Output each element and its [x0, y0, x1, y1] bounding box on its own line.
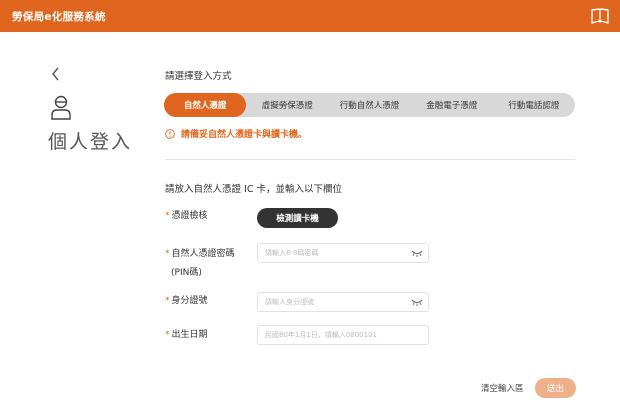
cert-check-label: * 憑證檢核	[165, 211, 208, 221]
notice: 請備妥自然人憑證卡與讀卡機。	[165, 127, 307, 140]
required-mark: *	[165, 211, 170, 221]
page-title: 個人登入	[48, 131, 133, 153]
tab-mobile-phone-verification[interactable]: 行動電話認證	[493, 93, 575, 117]
form-instruction: 請放入自然人憑證 IC 卡，並輸入以下欄位	[165, 184, 342, 195]
login-method-label: 請選擇登入方式	[165, 71, 232, 82]
app-title: 勞保局e化服務系統	[12, 11, 106, 23]
user-icon	[51, 95, 71, 120]
notice-text: 請備妥自然人憑證卡與讀卡機。	[181, 130, 308, 140]
submit-button[interactable]: 送出	[535, 378, 576, 398]
top-bar: 勞保局e化服務系統	[0, 0, 620, 32]
id-number-placeholder: 請輸入身分證號	[265, 298, 314, 306]
required-mark: *	[165, 249, 170, 259]
back-chevron-icon[interactable]	[50, 67, 62, 81]
birth-date-placeholder: 民國80年1月1日，請輸入0800101	[265, 331, 377, 339]
id-number-label: * 身分證號	[165, 296, 208, 306]
tab-citizen-certificate[interactable]: 自然人憑證	[164, 93, 247, 117]
book-icon[interactable]	[590, 6, 610, 26]
pin-label: * 自然人憑證密碼	[165, 249, 235, 259]
pin-sub-label: (PIN碼)	[171, 268, 202, 278]
tab-virtual-labor-certificate[interactable]: 虛擬勞保憑證	[246, 93, 328, 117]
birth-date-input[interactable]: 民國80年1月1日，請輸入0800101	[257, 325, 429, 345]
info-icon	[165, 128, 175, 139]
id-number-input[interactable]: 請輸入身分證號	[257, 292, 429, 312]
required-mark: *	[165, 330, 170, 340]
detect-card-reader-button[interactable]: 檢測讀卡機	[257, 208, 338, 228]
required-mark: *	[165, 296, 170, 306]
tab-financial-certificate[interactable]: 金融電子憑證	[411, 93, 493, 117]
birth-date-label: * 出生日期	[165, 330, 208, 340]
eye-closed-icon[interactable]	[411, 298, 423, 307]
pin-placeholder: 請輸入6-8碼密碼	[265, 249, 319, 257]
pin-input[interactable]: 請輸入6-8碼密碼	[257, 243, 429, 263]
tab-mobile-citizen-certificate[interactable]: 行動自然人憑證	[328, 93, 410, 117]
divider	[165, 159, 575, 160]
clear-input-button[interactable]: 清空輸入區	[481, 382, 524, 394]
eye-closed-icon[interactable]	[411, 249, 423, 258]
login-method-tabs: 自然人憑證 虛擬勞保憑證 行動自然人憑證 金融電子憑證 行動電話認證	[164, 93, 575, 117]
